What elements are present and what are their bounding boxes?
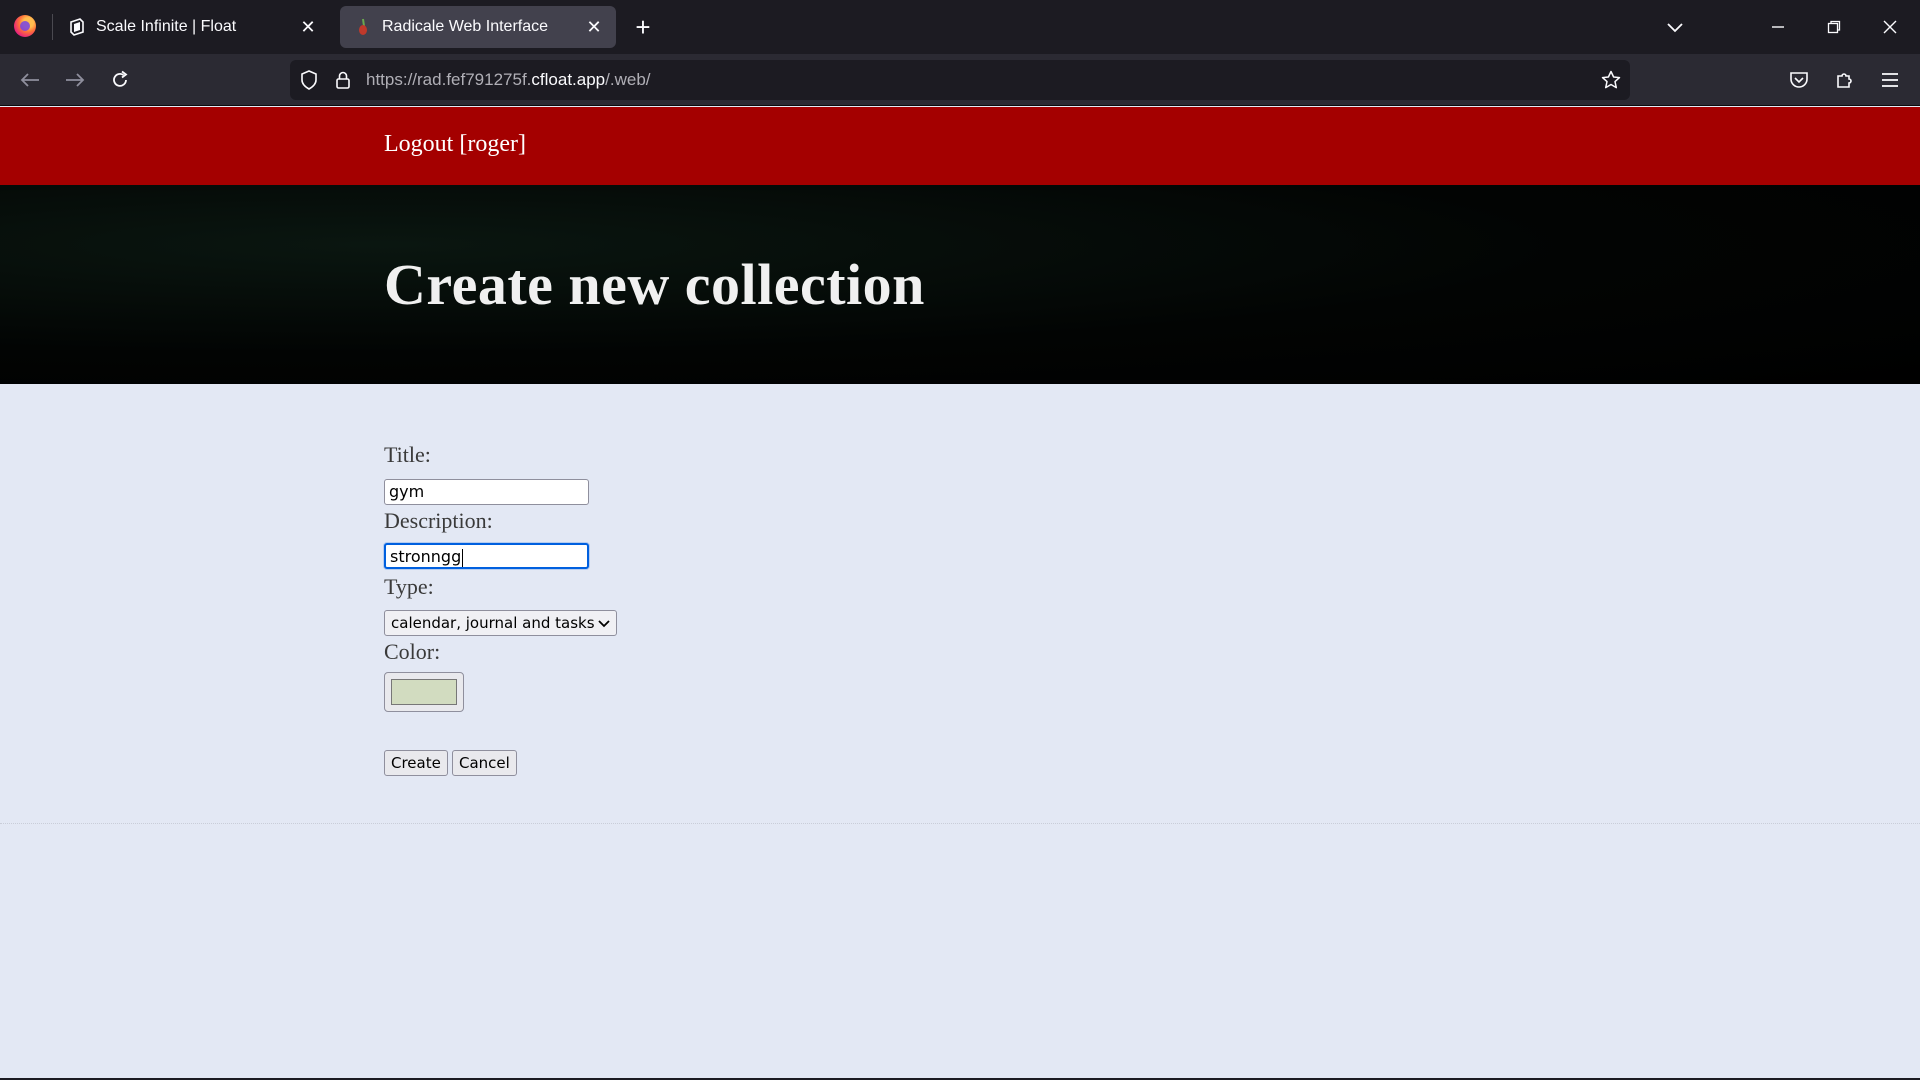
create-button[interactable]: Create [384,750,448,776]
restore-icon[interactable] [1814,10,1854,44]
reload-icon[interactable] [102,62,138,98]
lock-icon[interactable] [332,69,354,91]
color-label: Color: [384,639,441,664]
back-arrow-icon[interactable] [12,62,48,98]
logout-link[interactable]: Logout [roger] [384,131,526,158]
browser-nav-bar: https://rad.fef791275f.cfloat.app/.web/ [0,54,1920,106]
title-input[interactable]: gym [384,479,589,505]
tab-radicale[interactable]: Radicale Web Interface ✕ [340,6,616,48]
radicale-favicon-icon [354,18,372,36]
cancel-button[interactable]: Cancel [452,750,517,776]
description-label: Description: [384,508,493,533]
url-host: cfloat.app [531,70,606,89]
title-label: Title: [384,442,431,467]
firefox-icon[interactable] [14,15,36,37]
url-prefix: https://rad.fef791275f. [366,70,532,89]
page-hero: Create new collection [0,185,1920,384]
address-bar[interactable]: https://rad.fef791275f.cfloat.app/.web/ [290,60,1630,100]
extensions-puzzle-icon[interactable] [1827,62,1863,98]
chevron-down-icon [598,614,610,632]
type-select[interactable]: calendar, journal and tasks [384,610,617,636]
type-selected-value: calendar, journal and tasks [391,614,595,632]
description-input[interactable]: stronngg [384,543,589,569]
new-tab-plus-icon[interactable]: + [628,13,658,43]
menu-hamburger-icon[interactable] [1872,62,1908,98]
bookmark-star-icon[interactable] [1600,69,1622,91]
tab-scale-infinite[interactable]: Scale Infinite | Float ✕ [54,6,330,48]
top-header-bar: Logout [roger] [0,107,1920,185]
text-caret [462,548,464,567]
minimize-icon[interactable] [1758,10,1798,44]
type-label: Type: [384,574,434,599]
browser-tab-bar: Scale Infinite | Float ✕ Radicale Web In… [0,0,1920,54]
url-text: https://rad.fef791275f.cfloat.app/.web/ [366,70,651,90]
shield-icon[interactable] [298,69,320,91]
tab-separator [52,14,53,40]
tab-title: Scale Infinite | Float [96,18,237,35]
footer-divider [0,823,1920,824]
forward-arrow-icon[interactable] [57,62,93,98]
color-picker[interactable] [384,672,464,712]
url-suffix: /.web/ [605,70,651,89]
list-all-tabs-chevron-icon[interactable] [1660,13,1690,43]
description-value: stronngg [390,547,462,566]
tab-close-icon[interactable]: ✕ [580,13,608,41]
pocket-icon[interactable] [1781,62,1817,98]
float-favicon-icon [68,18,86,36]
tab-close-icon[interactable]: ✕ [294,13,322,41]
tab-title: Radicale Web Interface [382,18,549,35]
close-window-icon[interactable] [1870,10,1910,44]
color-swatch [391,679,457,705]
page-title: Create new collection [384,252,925,317]
